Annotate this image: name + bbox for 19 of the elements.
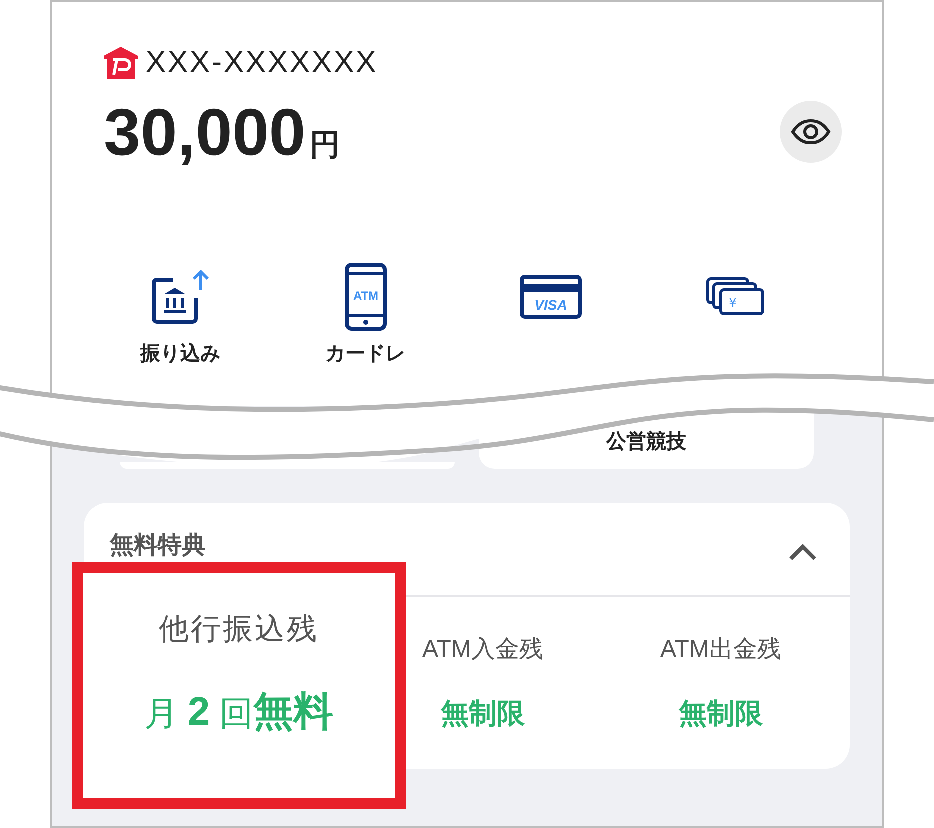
- benefit-label: ATM入金残: [422, 635, 544, 665]
- action-button[interactable]: ATM カードレ: [326, 262, 406, 367]
- action-button[interactable]: 振り込み: [140, 262, 220, 367]
- benefits-title: 無料特典: [110, 531, 206, 561]
- callout-label: 他行振込残: [159, 612, 319, 648]
- phone-atm-icon: ATM: [344, 262, 388, 332]
- currency-unit: 円: [310, 128, 340, 164]
- bank-transfer-icon: [150, 268, 210, 326]
- card-label: 公営競技: [606, 430, 686, 455]
- eye-icon: [791, 119, 831, 145]
- benefit-value: 無制限: [679, 697, 763, 731]
- visa-card-icon: VISA: [520, 275, 582, 319]
- account-number: XXX-XXXXXXX: [146, 46, 378, 80]
- callout-value: 月 2 回無料: [144, 688, 334, 736]
- chevron-up-icon[interactable]: [788, 543, 818, 561]
- benefit-value: 無制限: [441, 697, 525, 731]
- benefit-label: ATM出金残: [660, 635, 782, 665]
- p-logo-icon: [104, 47, 138, 79]
- balance-amount: 30,000: [104, 94, 306, 170]
